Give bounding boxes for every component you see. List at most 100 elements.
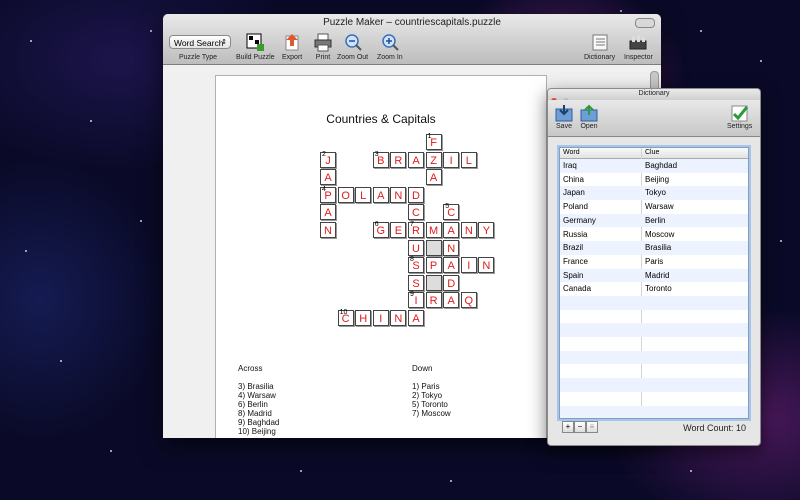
- table-row[interactable]: [560, 310, 748, 324]
- word-cell: Japan: [563, 188, 585, 198]
- zoom-out-label: Zoom Out: [337, 54, 369, 61]
- grid-cell: Q: [460, 292, 477, 309]
- puzzle-title: Countries & Capitals: [326, 112, 436, 126]
- grid-letter: C: [412, 207, 420, 220]
- grid-cell: N: [320, 222, 336, 238]
- table-row[interactable]: China Beijing: [560, 173, 748, 187]
- grid-letter: G: [376, 225, 386, 237]
- grid-cell: I: [443, 151, 460, 168]
- grid-letter: N: [394, 189, 403, 202]
- table-row[interactable]: Brazil Brasilia: [560, 241, 748, 255]
- across-clue: 10) Beijing: [238, 427, 276, 436]
- grid-letter: A: [377, 189, 385, 202]
- toolbar-toggle-button[interactable]: [635, 18, 655, 28]
- table-row[interactable]: Russia Moscow: [560, 228, 748, 242]
- column-header-clue[interactable]: Clue: [645, 149, 659, 156]
- table-row[interactable]: France Paris: [560, 255, 748, 269]
- zoom-out-button[interactable]: Zoom Out: [337, 32, 368, 61]
- column-header-word[interactable]: Word: [563, 149, 580, 156]
- table-row[interactable]: Poland Warsaw: [560, 200, 748, 214]
- table-row[interactable]: [560, 365, 748, 379]
- grid-cell: A: [425, 169, 442, 186]
- grid-letter: A: [447, 295, 455, 308]
- dictionary-label: Dictionary: [584, 54, 616, 61]
- puzzle-page: Countries & Capitals 1F2J3BRAZILAA4POLAN…: [215, 75, 547, 438]
- grid-letter: Y: [482, 225, 491, 237]
- grid-letter: S: [412, 260, 420, 273]
- grid-cell: Z: [425, 151, 442, 168]
- print-button[interactable]: Print: [313, 32, 333, 61]
- table-row[interactable]: Canada Toronto: [560, 282, 748, 296]
- build-puzzle-button[interactable]: Build Puzzle: [236, 32, 275, 61]
- grid-letter: F: [430, 137, 437, 149]
- add-word-button[interactable]: +: [562, 421, 574, 433]
- word-cell: Brazil: [563, 243, 584, 253]
- grid-cell: M: [425, 222, 442, 238]
- table-row[interactable]: Spain Madrid: [560, 268, 748, 283]
- grid-letter: Q: [464, 295, 474, 308]
- grid-letter: A: [412, 154, 420, 167]
- zoom-in-icon: [382, 34, 399, 51]
- grid-letter: N: [394, 313, 403, 325]
- table-row[interactable]: [560, 405, 748, 418]
- build-puzzle-icon: [246, 33, 265, 51]
- grid-letter: J: [325, 154, 331, 167]
- zoom-in-button[interactable]: Zoom In: [377, 32, 403, 61]
- grid-letter: A: [447, 260, 455, 273]
- grid-cell: A: [320, 204, 336, 221]
- word-cell: Canada: [563, 284, 592, 294]
- save-button[interactable]: Save: [554, 104, 574, 130]
- table-header: Word Clue: [560, 148, 748, 159]
- grid-letter: A: [324, 172, 332, 185]
- word-count: Word Count: 10: [683, 423, 746, 433]
- inspector-icon: [629, 35, 647, 50]
- inspector-button[interactable]: Inspector: [624, 32, 653, 61]
- down-heading: Down: [412, 364, 433, 373]
- across-clue: 9) Baghdad: [238, 418, 280, 427]
- grid-cell: 6G: [372, 221, 389, 238]
- puzzle-type-value: Word Search: [174, 38, 224, 48]
- dictionary-icon: [592, 34, 608, 51]
- table-row[interactable]: Iraq Baghdad: [560, 159, 748, 173]
- grid-cell: N: [478, 257, 495, 274]
- grid-cell: A: [320, 169, 336, 186]
- grid-letter: P: [429, 260, 438, 273]
- grid-letter: N: [447, 242, 456, 255]
- settings-button[interactable]: Settings: [727, 104, 752, 130]
- table-row[interactable]: [560, 296, 748, 310]
- word-table[interactable]: Word Clue Iraq Baghdad China Beijing Japan To…: [559, 147, 749, 419]
- dictionary-toolbar: Save Open Settings: [548, 100, 760, 137]
- table-row[interactable]: [560, 378, 748, 392]
- grid-cell: N: [390, 310, 407, 326]
- table-row[interactable]: [560, 392, 748, 406]
- table-row[interactable]: [560, 323, 748, 338]
- grid-cell: A: [443, 292, 460, 309]
- export-button[interactable]: Export: [282, 32, 302, 61]
- grid-cell: D: [443, 274, 460, 291]
- table-row[interactable]: Germany Berlin: [560, 213, 748, 228]
- grid-cell: A: [443, 257, 460, 274]
- down-clue: 2) Tokyo: [412, 391, 443, 400]
- list-options-button[interactable]: ≡: [586, 421, 598, 433]
- grid-letter: I: [414, 295, 418, 308]
- remove-word-button[interactable]: −: [574, 421, 586, 433]
- grid-cell: [425, 274, 442, 291]
- dictionary-title: Dictionary: [638, 90, 670, 97]
- across-clue: 4) Warsaw: [238, 391, 276, 400]
- grid-letter: B: [377, 154, 385, 167]
- build-puzzle-label: Build Puzzle: [236, 54, 275, 61]
- dictionary-panel: Dictionary Save Open Settings Word Clue …: [547, 88, 761, 446]
- grid-cell: 3B: [372, 151, 389, 168]
- grid-cell: U: [408, 239, 424, 256]
- dictionary-button[interactable]: Dictionary: [584, 32, 615, 61]
- zoom-in-label: Zoom In: [377, 54, 403, 61]
- grid-cell: R: [390, 151, 407, 168]
- clue-cell: Paris: [645, 256, 664, 266]
- open-button[interactable]: Open: [579, 104, 599, 130]
- table-row[interactable]: [560, 337, 748, 351]
- table-row[interactable]: Japan Tokyo: [560, 186, 748, 201]
- table-row[interactable]: [560, 350, 748, 365]
- grid-letter: H: [359, 313, 368, 325]
- puzzle-type-select[interactable]: Word Search ⇕: [169, 35, 231, 49]
- word-cell: Spain: [563, 270, 584, 280]
